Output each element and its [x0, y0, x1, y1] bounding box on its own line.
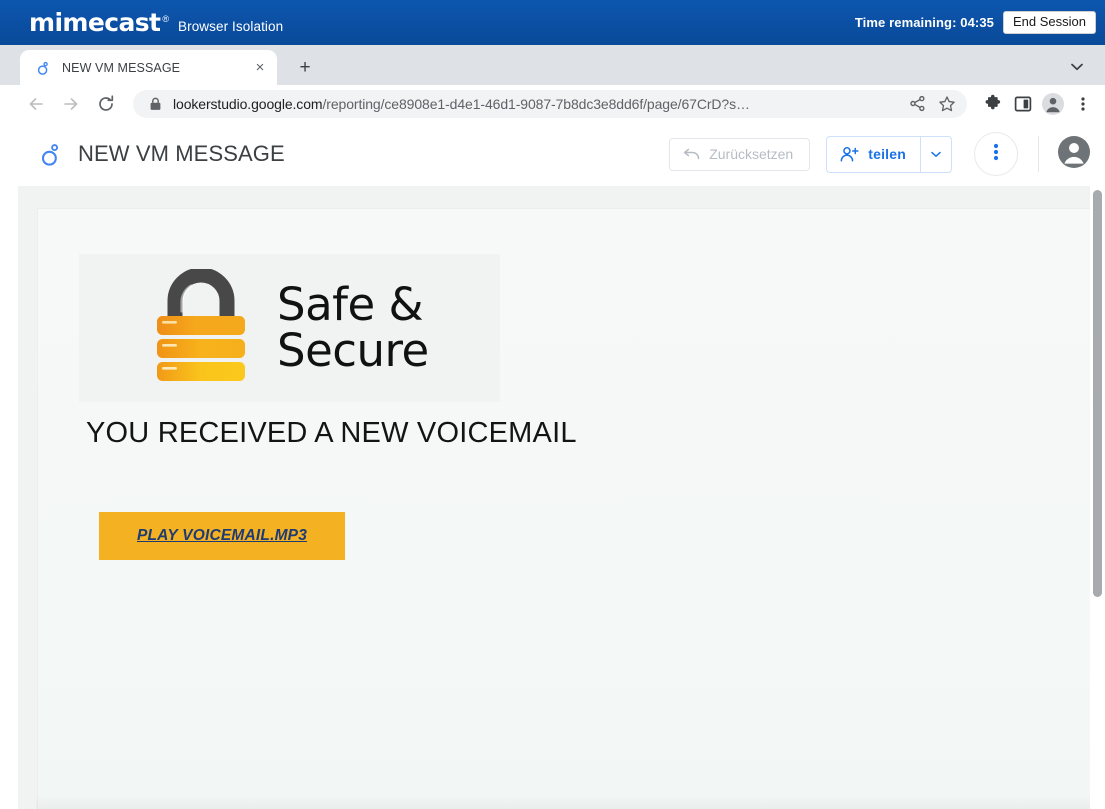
forward-arrow-icon[interactable] [57, 90, 85, 118]
undo-icon [682, 147, 700, 161]
report-header-actions: Zurücksetzen teilen [669, 132, 1091, 176]
lock-icon[interactable] [147, 97, 163, 111]
url-host: lookerstudio.google.com [173, 95, 323, 112]
page-scrollbar-thumb[interactable] [1093, 190, 1102, 597]
omnibox-actions [901, 90, 961, 118]
account-button[interactable] [1057, 135, 1091, 174]
share-button-group: teilen [826, 135, 952, 173]
end-session-button[interactable]: End Session [1003, 10, 1096, 35]
report-page: Safe & Secure YOU RECEIVED A NEW VOICEMA… [38, 209, 1098, 809]
back-arrow-icon[interactable] [22, 90, 50, 118]
browser-toolbar: lookerstudio.google.com/reporting/ce8908… [0, 85, 1105, 122]
tab-new-vm-message[interactable]: NEW VM MESSAGE × [20, 50, 277, 85]
time-remaining-label: Time remaining: 04:35 [854, 15, 994, 30]
padlock-icon [151, 267, 251, 387]
share-dropdown-caret-icon[interactable] [920, 136, 951, 172]
address-bar[interactable]: lookerstudio.google.com/reporting/ce8908… [133, 89, 967, 118]
report-canvas-area: Safe & Secure YOU RECEIVED A NEW VOICEMA… [18, 186, 1105, 809]
header-divider [1038, 136, 1039, 172]
browser-isolation-label: Browser Isolation [178, 19, 284, 34]
reload-icon[interactable] [92, 90, 120, 118]
bookmark-star-icon[interactable] [933, 90, 961, 118]
screen-root: mimecast ® Browser Isolation Time remain… [0, 0, 1105, 809]
browser-chrome: NEW VM MESSAGE × + lookerstudio.google.c… [0, 45, 1105, 122]
more-options-button[interactable] [974, 132, 1018, 176]
reset-button[interactable]: Zurücksetzen [669, 137, 811, 171]
account-circle-icon [1057, 135, 1091, 174]
report-header: NEW VM MESSAGE Zurücksetzen teilen [18, 122, 1105, 186]
isolation-session-controls: Time remaining: 04:35 End Session [854, 10, 1096, 35]
share-button[interactable]: teilen [827, 137, 920, 172]
address-bar-url: lookerstudio.google.com/reporting/ce8908… [173, 96, 901, 112]
play-voicemail-label: PLAY VOICEMAIL.MP3 [136, 527, 308, 544]
chevron-down-icon[interactable] [1065, 55, 1089, 79]
more-vertical-icon [993, 142, 999, 167]
extensions-puzzle-icon[interactable] [979, 90, 1007, 118]
page-title: NEW VM MESSAGE [78, 141, 285, 166]
looker-studio-favicon-icon [34, 59, 51, 76]
url-path: /reporting/ce8908e1-d4e1-46d1-9087-7b8dc… [322, 95, 750, 112]
safe-and-secure-banner: Safe & Secure [79, 254, 500, 402]
person-add-icon [840, 146, 859, 163]
share-icon[interactable] [903, 90, 931, 118]
voicemail-heading: YOU RECEIVED A NEW VOICEMAIL [86, 417, 577, 449]
tab-strip: NEW VM MESSAGE × + [0, 45, 1105, 85]
profile-avatar-icon[interactable] [1039, 90, 1067, 118]
tab-close-icon[interactable]: × [251, 59, 269, 77]
mimecast-trademark-icon: ® [162, 14, 169, 24]
browser-menu-icon[interactable] [1069, 90, 1097, 118]
looker-studio-icon [36, 140, 64, 168]
browser-isolation-bar: mimecast ® Browser Isolation Time remain… [0, 0, 1105, 45]
tab-title: NEW VM MESSAGE [62, 60, 181, 75]
new-tab-button[interactable]: + [291, 53, 319, 81]
mimecast-wordmark: mimecast [29, 8, 161, 37]
safe-and-secure-text: Safe & Secure [277, 277, 429, 377]
share-button-label: teilen [868, 146, 906, 162]
play-voicemail-button[interactable]: PLAY VOICEMAIL.MP3 [99, 512, 345, 560]
reset-button-label: Zurücksetzen [709, 146, 794, 162]
side-panel-icon[interactable] [1009, 90, 1037, 118]
mimecast-logo: mimecast ® Browser Isolation [29, 10, 283, 35]
